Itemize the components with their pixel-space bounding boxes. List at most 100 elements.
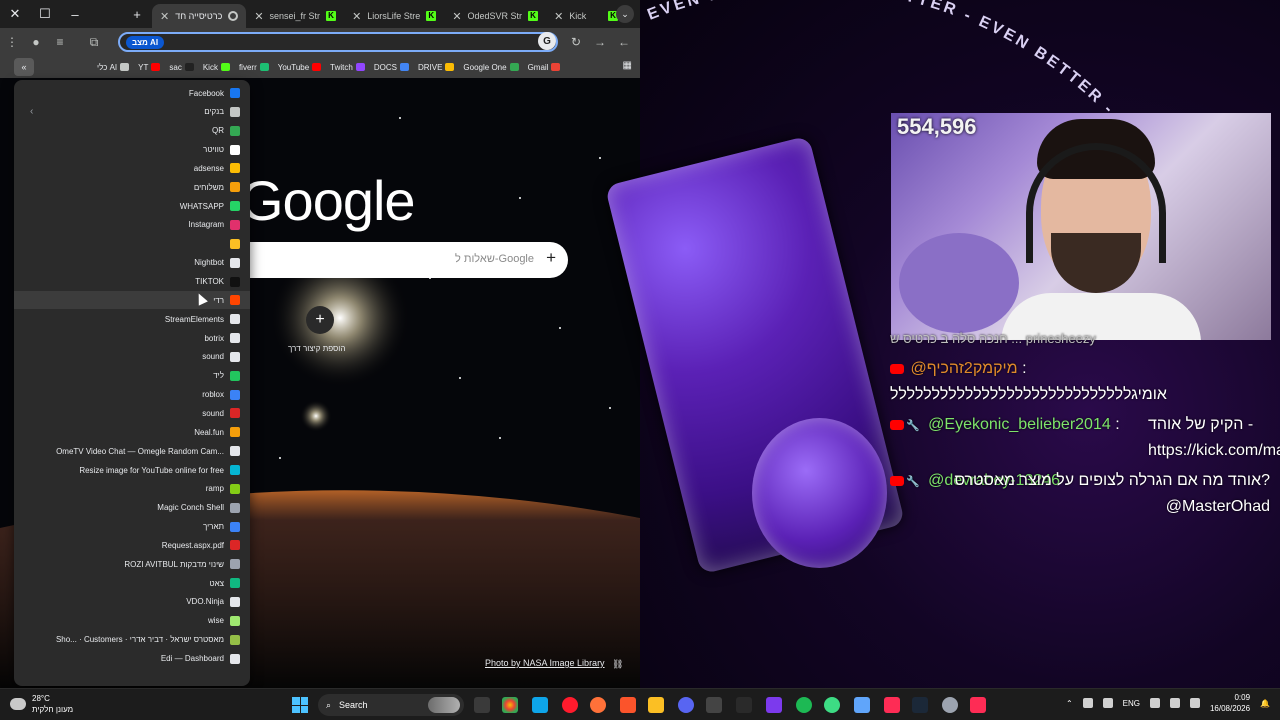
- bookmark-dropdown-item[interactable]: Edi — Dashboard: [20, 650, 240, 668]
- google-lens-icon[interactable]: G: [538, 32, 556, 50]
- language-indicator[interactable]: ENG: [1123, 699, 1140, 708]
- bookmark-dropdown-item[interactable]: OmeTV Video Chat — Omegle Random Cam...: [20, 442, 240, 460]
- chrome-taskbar-icon[interactable]: [502, 697, 518, 713]
- bookmark-dropdown-item[interactable]: VDO.Ninja: [20, 593, 240, 611]
- bookmark-item[interactable]: Kick: [203, 63, 230, 72]
- chevron-up-icon[interactable]: ⌃: [1066, 699, 1073, 708]
- close-tab-icon[interactable]: ✕: [352, 10, 361, 23]
- ntp-search-box[interactable]: שאלות ל-Google +: [210, 242, 568, 278]
- settings-icon[interactable]: [942, 697, 958, 713]
- tab-search-chevron-icon[interactable]: ⌄: [616, 5, 634, 23]
- profile-avatar[interactable]: ●: [24, 28, 48, 56]
- address-bar[interactable]: מצב AI: [118, 32, 558, 52]
- spotify-icon[interactable]: [796, 697, 812, 713]
- bookmark-dropdown-item[interactable]: Facebook: [20, 84, 240, 102]
- bookmark-dropdown-item[interactable]: משלוחים: [20, 178, 240, 196]
- bookmark-dropdown-item[interactable]: WHATSAPP: [20, 197, 240, 215]
- bookmark-item[interactable]: Twitch: [330, 63, 365, 72]
- network-icon[interactable]: [1149, 698, 1160, 708]
- bookmark-dropdown-item[interactable]: Resize image for YouTube online for free: [20, 461, 240, 479]
- tab-kick[interactable]: ✕ Kick K: [546, 4, 626, 28]
- notifications-icon[interactable]: 🔔: [1260, 699, 1270, 708]
- volume-icon[interactable]: [1169, 698, 1180, 708]
- photo-credit-link[interactable]: Photo by NASA Image Library: [485, 658, 605, 668]
- link-icon[interactable]: ⛓: [612, 659, 623, 670]
- bookmark-dropdown-item[interactable]: wise: [20, 612, 240, 630]
- tab-liorslife[interactable]: ✕ LiorsLife Stre K: [344, 4, 444, 28]
- obs-icon[interactable]: [706, 697, 722, 713]
- back-icon[interactable]: ←: [612, 28, 636, 56]
- edge-icon[interactable]: [532, 697, 548, 713]
- taskbar-search[interactable]: ⌕ Search: [318, 694, 464, 716]
- bookmark-item[interactable]: Google One: [463, 63, 519, 72]
- firefox-icon[interactable]: [590, 697, 606, 713]
- bookmark-dropdown-item[interactable]: QR: [20, 122, 240, 140]
- android-icon[interactable]: [824, 697, 840, 713]
- close-tab-icon[interactable]: ✕: [254, 10, 263, 23]
- file-explorer-icon[interactable]: [648, 697, 664, 713]
- bookmark-dropdown-item[interactable]: botrix: [20, 329, 240, 347]
- bookmark-dropdown-item[interactable]: Magic Conch Shell: [20, 499, 240, 517]
- extensions-icon[interactable]: ⧉: [82, 28, 106, 56]
- bookmarks-overflow-icon[interactable]: «: [14, 58, 34, 76]
- minimize-icon[interactable]: –: [60, 0, 90, 28]
- maximize-icon[interactable]: ☐: [30, 0, 60, 28]
- new-tab-button[interactable]: +: [122, 0, 152, 28]
- tab-odedsvr[interactable]: ✕ OdedSVR Str K: [444, 4, 546, 28]
- forward-icon[interactable]: →: [588, 28, 612, 56]
- bookmark-dropdown-item[interactable]: תאריך: [20, 518, 240, 536]
- bookmark-dropdown-item[interactable]: Request.aspx.pdf: [20, 536, 240, 554]
- bookmark-dropdown-item[interactable]: StreamElements: [20, 310, 240, 328]
- bookmark-dropdown-item[interactable]: roblox: [20, 386, 240, 404]
- bookmark-dropdown-item[interactable]: sound: [20, 348, 240, 366]
- bookmark-item[interactable]: YouTube: [278, 63, 322, 72]
- opera-icon[interactable]: [562, 697, 578, 713]
- bookmark-item[interactable]: YT: [138, 63, 161, 72]
- tab-new-tab[interactable]: ✕ כרטיסייה חד: [152, 4, 247, 28]
- tray-app-icon[interactable]: [1082, 698, 1093, 708]
- ai-mode-chip[interactable]: מצב AI: [126, 36, 165, 49]
- bookmark-dropdown-item[interactable]: ROZI AVITBUL שינוי מדבקות: [20, 555, 240, 573]
- bookmark-dropdown-item[interactable]: Instagram: [20, 216, 240, 234]
- bookmark-dropdown-item[interactable]: adsense: [20, 159, 240, 177]
- tiktok-live-icon[interactable]: [970, 697, 986, 713]
- bookmark-dropdown-item[interactable]: [20, 235, 240, 253]
- battery-icon[interactable]: [1189, 698, 1200, 708]
- close-tab-icon[interactable]: ✕: [452, 10, 461, 23]
- add-shortcut-button[interactable]: +: [306, 306, 334, 334]
- reading-list-icon[interactable]: ≡: [48, 28, 72, 56]
- apps-grid-icon[interactable]: ▦: [623, 60, 632, 71]
- app-grid-icon[interactable]: [766, 697, 782, 713]
- bookmark-item[interactable]: DRIVE: [418, 63, 455, 72]
- close-tab-icon[interactable]: ✕: [554, 10, 563, 23]
- task-view-icon[interactable]: [474, 697, 490, 713]
- bookmark-item[interactable]: DOCS: [374, 63, 409, 72]
- bookmark-dropdown-item[interactable]: Sho... · Customers · מאסטרס ישראל · דביר…: [20, 631, 240, 649]
- brave-icon[interactable]: [620, 697, 636, 713]
- bookmark-item[interactable]: Gmail: [528, 63, 561, 72]
- bookmark-dropdown-item[interactable]: טוויטר: [20, 141, 240, 159]
- clock[interactable]: 0:09 16/08/2026: [1210, 692, 1250, 714]
- bookmark-dropdown-item[interactable]: sound: [20, 404, 240, 422]
- bookmark-item[interactable]: fiverr: [239, 63, 269, 72]
- bookmark-dropdown-item[interactable]: ליד: [20, 367, 240, 385]
- close-tab-icon[interactable]: ✕: [160, 10, 169, 23]
- bookmark-item[interactable]: כלי AI: [97, 63, 130, 72]
- microphone-icon[interactable]: [1102, 698, 1113, 708]
- bookmark-dropdown-item[interactable]: Nightbot: [20, 254, 240, 272]
- bookmark-dropdown-item[interactable]: TIKTOK: [20, 273, 240, 291]
- bookmark-dropdown-item[interactable]: רדי: [14, 291, 250, 310]
- bookmark-dropdown-item[interactable]: Neal.fun: [20, 423, 240, 441]
- tab-sensei[interactable]: ✕ sensei_fr Str K: [246, 4, 344, 28]
- app-icon[interactable]: [854, 697, 870, 713]
- steam-icon[interactable]: [912, 697, 928, 713]
- close-window-icon[interactable]: ✕: [0, 0, 30, 28]
- bookmark-dropdown-item[interactable]: ramp: [20, 480, 240, 498]
- bookmark-item[interactable]: sac: [169, 63, 194, 72]
- bookmark-dropdown-item[interactable]: בנקים: [20, 103, 240, 121]
- epic-games-icon[interactable]: [736, 697, 752, 713]
- weather-widget[interactable]: 28°C מעונן חלקית: [10, 693, 73, 715]
- windows-start-icon[interactable]: [292, 697, 308, 713]
- menu-kebab-icon[interactable]: ⋮: [0, 28, 24, 56]
- tiktok-icon[interactable]: [884, 697, 900, 713]
